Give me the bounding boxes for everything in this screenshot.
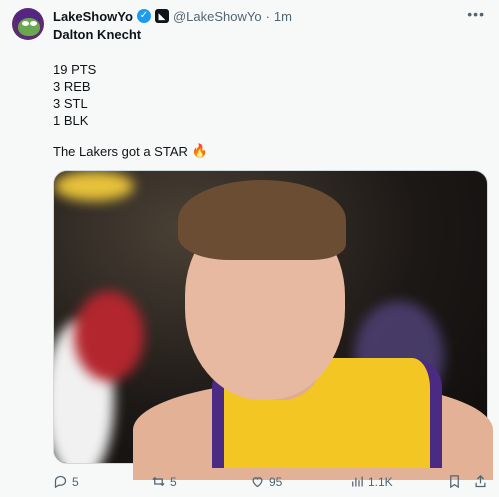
bookmark-button[interactable] bbox=[447, 474, 462, 489]
reply-icon bbox=[54, 475, 67, 489]
tweet-stats: 19 PTS 3 REB 3 STL 1 BLK bbox=[53, 61, 96, 129]
tweet-actions: 5 5 95 1.1K bbox=[53, 474, 488, 492]
avatar-eye-right bbox=[30, 21, 37, 26]
affiliate-badge-icon[interactable]: ◣ bbox=[154, 9, 169, 23]
retweet-icon bbox=[152, 476, 165, 487]
stat-line: 1 BLK bbox=[53, 113, 89, 128]
timestamp[interactable]: 1m bbox=[274, 9, 292, 24]
separator-dot: · bbox=[265, 8, 270, 24]
avatar-face bbox=[18, 18, 40, 36]
retweet-count: 5 bbox=[170, 474, 177, 489]
stat-line: 19 PTS bbox=[53, 62, 97, 77]
views-button[interactable]: 1.1K bbox=[349, 474, 393, 489]
stat-line: 3 STL bbox=[53, 96, 88, 111]
reply-button[interactable]: 5 bbox=[53, 474, 79, 489]
author-display-name[interactable]: LakeShowYo bbox=[53, 9, 133, 24]
background-yellow-blur bbox=[54, 171, 134, 201]
tweet-tagline: The Lakers got a STAR 🔥 bbox=[53, 143, 208, 159]
author-handle[interactable]: @LakeShowYo bbox=[173, 9, 262, 24]
tweet-card: LakeShowYo ✓ ◣ @LakeShowYo · 1m ••• Dalt… bbox=[0, 0, 499, 497]
share-icon bbox=[475, 474, 486, 488]
tweet-header: LakeShowYo ✓ ◣ @LakeShowYo · 1m bbox=[53, 7, 292, 25]
tweet-title: Dalton Knecht bbox=[53, 27, 142, 42]
stat-line: 3 REB bbox=[53, 79, 91, 94]
tagline-text: The Lakers got a STAR bbox=[53, 143, 188, 159]
reply-count: 5 bbox=[72, 474, 79, 489]
heart-icon bbox=[252, 477, 263, 488]
player-hair bbox=[178, 180, 346, 260]
fire-emoji-icon: 🔥 bbox=[191, 143, 209, 158]
analytics-icon bbox=[352, 476, 363, 487]
share-button[interactable] bbox=[473, 474, 488, 489]
like-count: 95 bbox=[269, 474, 283, 489]
bookmark-icon bbox=[450, 475, 459, 489]
background-red-blur bbox=[74, 291, 144, 381]
more-options-icon[interactable]: ••• bbox=[467, 6, 485, 22]
like-button[interactable]: 95 bbox=[250, 474, 282, 489]
view-count: 1.1K bbox=[368, 474, 393, 489]
avatar[interactable] bbox=[12, 8, 44, 40]
retweet-button[interactable]: 5 bbox=[151, 474, 177, 489]
avatar-eye-left bbox=[22, 21, 29, 26]
verified-badge-icon[interactable]: ✓ bbox=[136, 9, 151, 23]
